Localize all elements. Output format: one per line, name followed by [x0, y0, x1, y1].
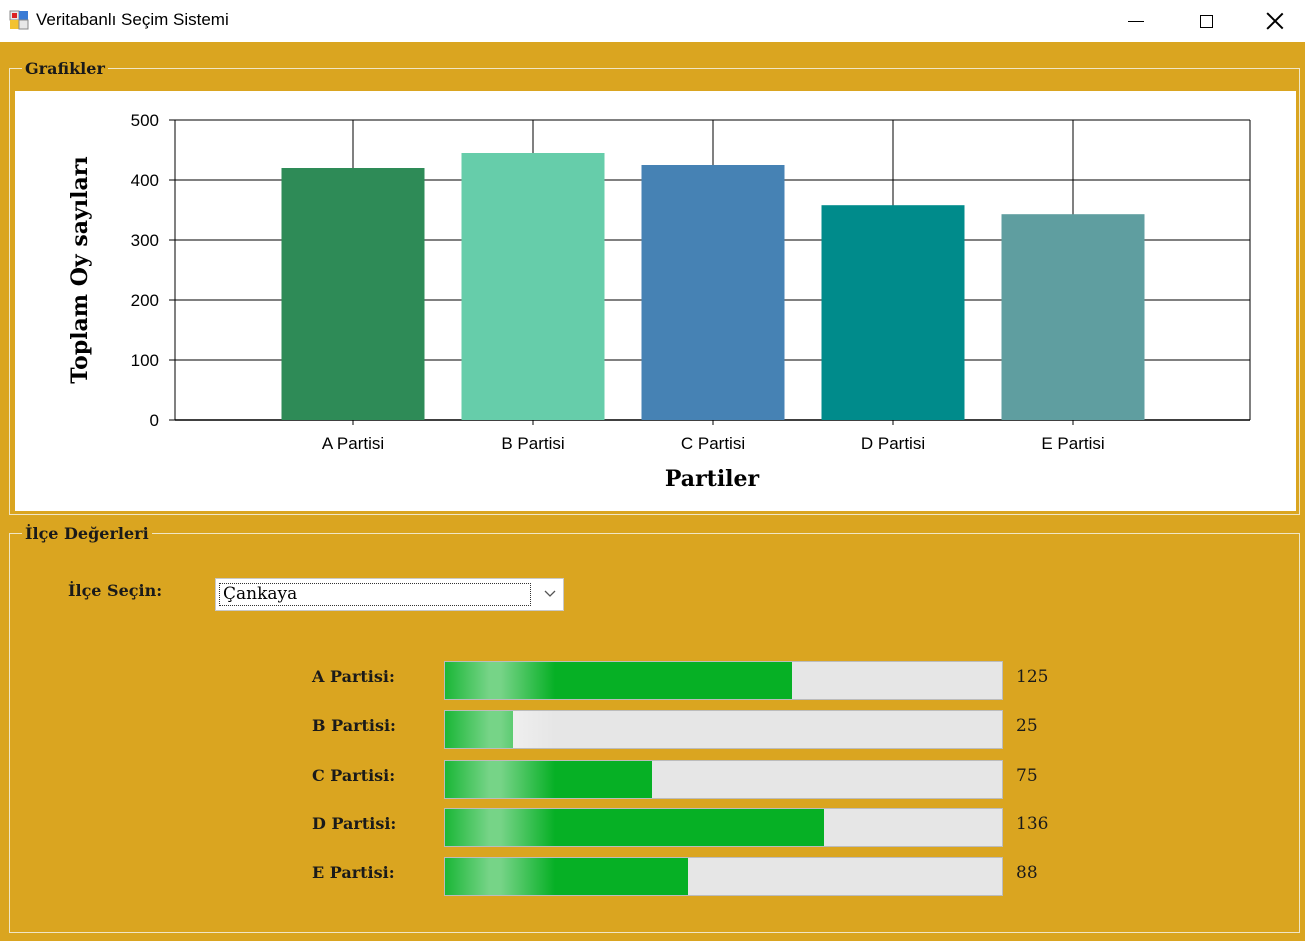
x-tick-label: B Partisi: [501, 434, 564, 453]
district-dropdown[interactable]: Çankaya: [215, 578, 564, 611]
y-tick-label: 0: [150, 411, 159, 430]
progress-fill: [445, 858, 688, 895]
y-tick-label: 100: [131, 351, 159, 370]
x-tick-label: D Partisi: [861, 434, 925, 453]
party-label: E Partisi:: [312, 863, 395, 882]
party-progress-bar: [444, 661, 1003, 700]
window-title: Veritabanlı Seçim Sistemi: [36, 10, 229, 29]
party-progress-bar: [444, 710, 1003, 749]
party-progress-bar: [444, 857, 1003, 896]
bar-5: [1001, 214, 1145, 420]
x-tick-label: A Partisi: [322, 434, 384, 453]
x-tick-label: C Partisi: [681, 434, 745, 453]
x-axis-label: Partiler: [665, 466, 760, 492]
chevron-down-icon[interactable]: [543, 586, 557, 600]
chart-panel: 0 100 200 300 400 500 A Partisi B Partisi C Par…: [15, 91, 1296, 511]
close-button[interactable]: [1240, 0, 1305, 42]
y-tick-label: 200: [131, 291, 159, 310]
charts-group-legend: Grafikler: [22, 59, 108, 78]
party-progress-bar: [444, 760, 1003, 799]
app-icon: [9, 10, 29, 30]
district-dropdown-value: Çankaya: [219, 583, 531, 606]
party-label: B Partisi:: [312, 716, 396, 735]
progress-fill: [445, 809, 824, 846]
minimize-icon: [1128, 20, 1144, 22]
minimize-button[interactable]: [1101, 0, 1171, 42]
progress-fill: [445, 662, 792, 699]
title-bar: Veritabanlı Seçim Sistemi: [0, 0, 1305, 42]
progress-fill: [445, 761, 653, 798]
bar-1: [281, 168, 425, 420]
district-select-label: İlçe Seçin:: [68, 581, 163, 600]
y-tick-label: 300: [131, 231, 159, 250]
district-group-legend: İlçe Değerleri: [22, 524, 152, 543]
party-progress-bar: [444, 808, 1003, 847]
party-vote-count: 25: [1016, 716, 1038, 736]
party-label: D Partisi:: [312, 814, 397, 833]
bar-4: [821, 205, 965, 420]
y-tick-label: 500: [131, 111, 159, 130]
y-axis-label: Toplam Oy sayıları: [67, 156, 93, 383]
close-icon: [1266, 12, 1284, 30]
party-vote-count: 75: [1016, 766, 1038, 786]
bar-2: [461, 153, 605, 420]
maximize-icon: [1199, 14, 1213, 28]
maximize-button[interactable]: [1171, 0, 1241, 42]
y-tick-label: 400: [131, 171, 159, 190]
x-tick-label: E Partisi: [1041, 434, 1104, 453]
bar-chart: 0 100 200 300 400 500 A Partisi B Partisi C Par…: [67, 111, 1251, 492]
party-vote-count: 125: [1016, 667, 1049, 687]
party-vote-count: 88: [1016, 863, 1038, 883]
party-label: A Partisi:: [312, 667, 395, 686]
party-label: C Partisi:: [312, 766, 396, 785]
progress-fill: [445, 711, 555, 748]
party-vote-count: 136: [1016, 814, 1049, 834]
bar-3: [641, 165, 785, 420]
